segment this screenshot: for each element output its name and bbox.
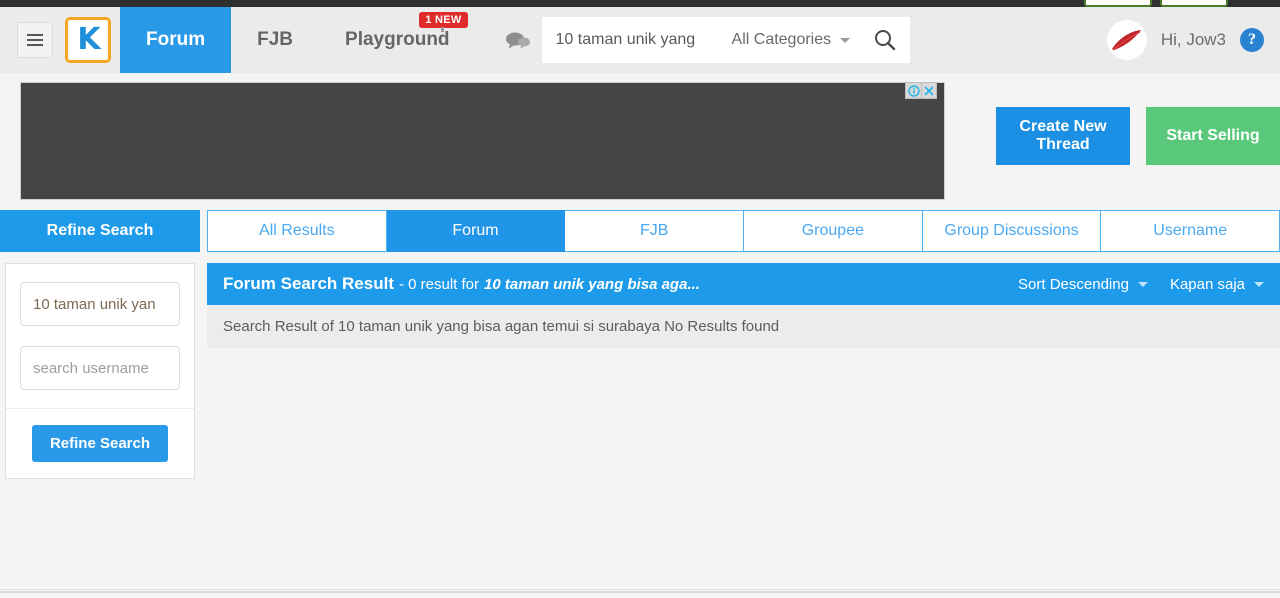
nav-item-forum[interactable]: Forum	[120, 7, 232, 73]
user-area: Hi, Jow3 ?	[1106, 20, 1280, 60]
category-label: All Categories	[731, 31, 832, 48]
page-bottom-divider	[0, 589, 1280, 590]
adchoices-info-icon[interactable]	[906, 83, 921, 98]
browser-chrome-sliver	[0, 0, 1280, 7]
ad-and-actions-row: Create New Thread Start Selling	[0, 73, 1280, 208]
results-tools: Sort Descending Kapan saja	[1018, 276, 1264, 293]
chevron-down-icon	[1254, 281, 1264, 287]
category-dropdown[interactable]: All Categories	[722, 31, 861, 49]
header-search-bar: All Categories	[493, 17, 911, 63]
create-thread-line1: Create New	[1019, 117, 1107, 135]
refine-search-button[interactable]: Refine Search	[31, 425, 169, 462]
refine-search-header[interactable]: Refine Search	[0, 210, 200, 252]
search-icon	[875, 30, 896, 51]
hamburger-menu-icon[interactable]	[17, 22, 53, 58]
tab-fjb[interactable]: FJB	[565, 210, 745, 252]
question-mark-icon[interactable]: ?	[1240, 28, 1264, 52]
time-filter-dropdown[interactable]: Kapan saja	[1170, 276, 1264, 293]
tab-group-discussions[interactable]: Group Discussions	[922, 210, 1102, 252]
nav-label-playground: Playground	[345, 29, 450, 50]
search-input[interactable]	[541, 18, 722, 62]
tab-forum[interactable]: Forum	[386, 210, 566, 252]
create-thread-line2: Thread	[1036, 136, 1090, 153]
avatar[interactable]	[1106, 20, 1147, 60]
nav-item-playground[interactable]: Playground 1 NEW	[319, 7, 476, 73]
chrome-tab-partial-2[interactable]	[1160, 0, 1228, 7]
page-bottom-divider-2	[0, 591, 1280, 593]
refine-search-panel: Refine Search	[5, 263, 195, 479]
nav-label-fjb: FJB	[257, 29, 294, 50]
cta-buttons: Create New Thread Start Selling	[996, 107, 1280, 165]
new-badge: 1 NEW	[419, 12, 468, 32]
chrome-tab-partial-1[interactable]	[1084, 0, 1152, 7]
sort-label: Sort Descending	[1018, 275, 1129, 293]
chat-bubbles-icon[interactable]	[493, 17, 542, 63]
close-icon[interactable]	[921, 83, 936, 98]
results-header: Forum Search Result - 0 result for 10 ta…	[207, 263, 1280, 305]
tabs-row: Refine Search All Results Forum FJB Grou…	[0, 210, 1280, 252]
search-submit-button[interactable]	[860, 17, 910, 63]
results-title: Forum Search Result	[223, 274, 394, 293]
refine-username-input[interactable]	[20, 346, 180, 390]
results-empty-message: Search Result of 10 taman unik yang bisa…	[207, 305, 1280, 348]
refine-keyword-input[interactable]	[20, 282, 180, 326]
chevron-down-icon	[1137, 281, 1148, 287]
results-query: 10 taman unik yang bisa aga...	[484, 275, 700, 293]
tab-all-results[interactable]: All Results	[207, 210, 387, 252]
tab-groupee[interactable]: Groupee	[744, 210, 923, 252]
results-count: - 0 result for	[399, 275, 480, 293]
tab-username[interactable]: Username	[1101, 210, 1280, 252]
kaskus-logo[interactable]: K	[65, 17, 111, 63]
nav-label-forum: Forum	[146, 29, 206, 50]
start-selling-button[interactable]: Start Selling	[1146, 107, 1280, 165]
ad-controls	[905, 82, 937, 99]
ad-banner[interactable]	[20, 82, 945, 200]
chevron-down-icon	[840, 37, 851, 43]
username-greeting[interactable]: Hi, Jow3	[1161, 30, 1226, 50]
site-header: K Forum FJB Playground 1 NEW All Categor…	[0, 7, 1280, 73]
nav-item-fjb[interactable]: FJB	[231, 7, 319, 73]
main-navigation: Forum FJB Playground 1 NEW	[120, 7, 476, 73]
search-results-panel: Forum Search Result - 0 result for 10 ta…	[207, 263, 1280, 348]
search-result-tabs: All Results Forum FJB Groupee Group Disc…	[207, 210, 1280, 252]
time-filter-label: Kapan saja	[1169, 275, 1245, 293]
sidebar-divider	[6, 408, 194, 409]
logo-letter: K	[77, 22, 100, 57]
create-new-thread-button[interactable]: Create New Thread	[996, 107, 1130, 165]
sort-dropdown[interactable]: Sort Descending	[1018, 276, 1148, 293]
